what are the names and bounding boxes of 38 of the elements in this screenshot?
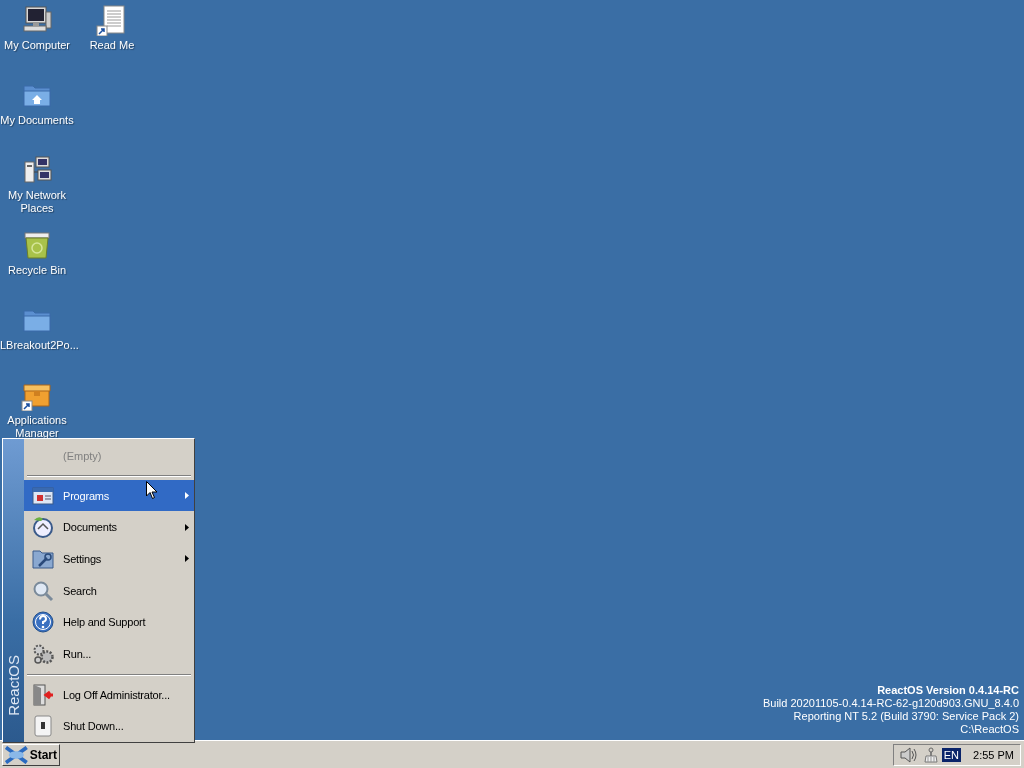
mouse-pointer-icon	[146, 481, 158, 500]
icon-label: Read Me	[89, 39, 135, 52]
icon-label: My Documents	[0, 114, 74, 127]
menu-item[interactable]: Run...	[24, 638, 194, 670]
start-button[interactable]: Start	[2, 743, 60, 766]
document-shortcut-icon	[96, 4, 128, 36]
speaker-icon	[899, 746, 918, 763]
version-line: Build 20201105-0.4.14-RC-62-g120d903.GNU_8.4.0	[762, 697, 1019, 710]
menu-item[interactable]: Help and Support	[24, 606, 194, 639]
menu-item[interactable]: Log Off Administrator...	[24, 678, 194, 711]
version-title: ReactOS Version 0.4.14-RC	[876, 684, 1019, 697]
version-line: Reporting NT 5.2 (Build 3790: Service Pack 2)	[792, 710, 1019, 723]
icon-label: Applications Manager	[6, 414, 68, 440]
desktop-shortcut[interactable]: My Computer	[0, 4, 74, 79]
icon-label: My Computer	[4, 39, 70, 52]
menu-item[interactable]: Settings	[24, 543, 194, 575]
banner-text: ReactOS	[3, 655, 23, 716]
language-indicator[interactable]: EN	[941, 747, 962, 762]
icon-label: Recycle Bin	[7, 264, 67, 277]
desktop-shortcut[interactable]: My Documents	[0, 79, 74, 154]
network-computers-icon	[21, 154, 53, 186]
version-line: C:\ReactOS	[959, 723, 1019, 736]
door-arrow-icon	[31, 682, 55, 707]
recycle-bin-icon	[21, 229, 53, 261]
broom-icon	[921, 746, 938, 763]
empty-label: (Empty)	[63, 449, 102, 462]
clock[interactable]: 2:55 PM	[973, 748, 1014, 761]
menu-item[interactable]: Programs	[24, 479, 194, 512]
power-switch-icon	[31, 714, 55, 739]
help-icon	[31, 610, 55, 635]
clock-icon	[31, 515, 55, 540]
desktop-shortcut[interactable]: Read Me	[75, 4, 149, 79]
menu-item[interactable]: Shut Down...	[24, 710, 194, 743]
icon-label: My Network Places	[6, 189, 68, 215]
desktop-shortcut[interactable]: My Network Places	[0, 154, 74, 229]
menu-item[interactable]: Documents	[24, 511, 194, 544]
desktop-shortcut[interactable]: Recycle Bin	[0, 229, 74, 304]
menu-item[interactable]: Search	[24, 574, 194, 607]
